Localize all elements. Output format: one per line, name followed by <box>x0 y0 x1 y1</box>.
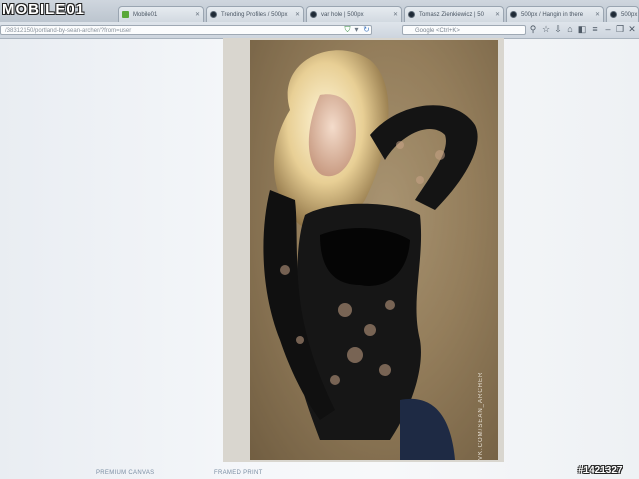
mobile01-logo: MOBILE01 <box>2 1 86 18</box>
close-icon[interactable]: ✕ <box>195 7 200 22</box>
500px-icon <box>210 11 217 18</box>
search-icon[interactable]: ⚲ <box>528 24 538 35</box>
tab-mobile01[interactable]: Mobile01 ✕ <box>118 6 204 22</box>
shield-icon[interactable]: ⛉ <box>343 25 352 34</box>
download-icon[interactable]: ⇩ <box>553 24 563 35</box>
tab-tomasz[interactable]: Tomasz Zienkiewicz | 50 ✕ <box>404 6 504 22</box>
photo-watermark: VK.COM/SEAN_ARCHER <box>478 371 484 460</box>
reload-icon[interactable]: ↻ <box>362 25 371 34</box>
window-close-icon[interactable]: ✕ <box>627 24 637 35</box>
500px-icon <box>510 11 517 18</box>
tab-label: 500px <box>621 12 638 18</box>
tab-var-hole[interactable]: var hole | 500px ✕ <box>306 6 402 22</box>
home-icon[interactable]: ⌂ <box>565 24 575 35</box>
portrait-illustration <box>250 40 498 460</box>
tab-trending-profiles[interactable]: Trending Profiles / 500px ✕ <box>206 6 304 22</box>
500px-icon <box>610 11 617 18</box>
close-icon[interactable]: ✕ <box>495 7 500 22</box>
photo[interactable] <box>250 40 498 460</box>
close-icon[interactable]: ✕ <box>295 7 300 22</box>
tab-label: Mobile01 <box>133 12 158 18</box>
browser-tab-strip: Mobile01 ✕ Trending Profiles / 500px ✕ v… <box>0 0 639 23</box>
500px-icon <box>310 11 317 18</box>
tab-label: 500px / Hangin in there <box>521 12 584 18</box>
post-id-stamp: #1421327 <box>578 465 623 476</box>
menu-icon[interactable]: ≡ <box>590 24 600 35</box>
close-icon[interactable]: ✕ <box>595 7 600 22</box>
search-input[interactable]: Google <Ctrl+K> <box>402 25 526 35</box>
tab-label: Tomasz Zienkiewicz | 50 <box>419 12 484 18</box>
dropdown-icon[interactable]: ▾ <box>352 25 361 34</box>
close-icon[interactable]: ✕ <box>393 7 398 22</box>
500px-icon <box>408 11 415 18</box>
window-minimize-icon[interactable]: – <box>603 24 613 35</box>
window-restore-icon[interactable]: ❐ <box>615 24 625 35</box>
tab-label: var hole | 500px <box>321 12 364 18</box>
bookmark-star-icon[interactable]: ☆ <box>541 24 551 35</box>
premium-canvas-link[interactable]: PREMIUM CANVAS <box>96 470 154 476</box>
framed-print-link[interactable]: FRAMED PRINT <box>214 470 263 476</box>
url-bar[interactable]: /38312150/portland-by-sean-archer/?from=… <box>0 25 372 35</box>
addon-icon[interactable]: ◧ <box>577 24 587 35</box>
tab-500px[interactable]: 500px <box>606 6 639 22</box>
tab-hangin-in-there[interactable]: 500px / Hangin in there ✕ <box>506 6 604 22</box>
tab-label: Trending Profiles / 500px <box>221 12 288 18</box>
mobile01-icon <box>122 11 129 18</box>
